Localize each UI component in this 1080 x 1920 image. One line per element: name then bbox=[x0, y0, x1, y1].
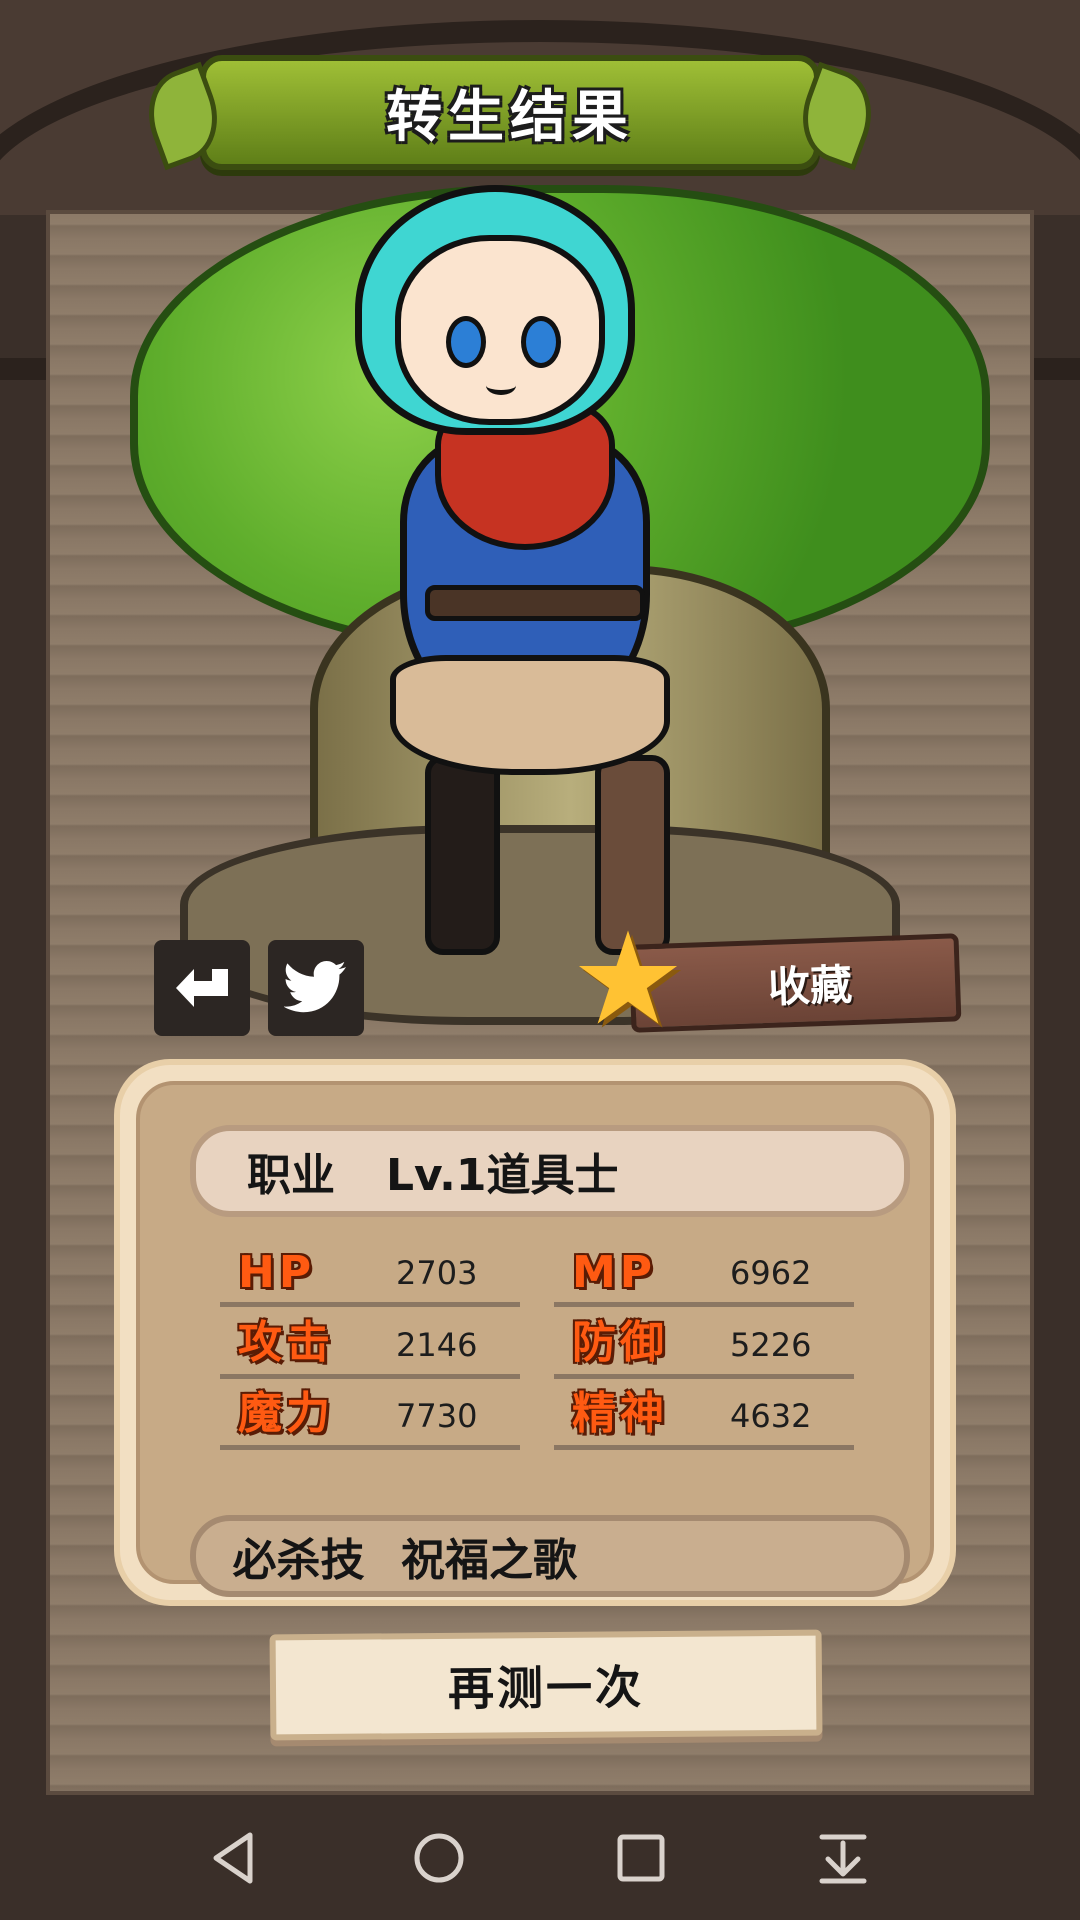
favorite-button[interactable]: 收藏 ★ bbox=[570, 916, 970, 1044]
recent-square-icon[interactable] bbox=[608, 1825, 674, 1891]
stat-spirit: 精神 4632 bbox=[554, 1388, 854, 1450]
star-icon: ★ bbox=[570, 905, 686, 1054]
stat-value: 2146 bbox=[396, 1326, 478, 1364]
title-banner: 转生结果 bbox=[134, 55, 886, 171]
stat-label: 精神 bbox=[572, 1388, 668, 1439]
stat-label: MP bbox=[572, 1247, 657, 1298]
stat-mp: MP 6962 bbox=[554, 1245, 854, 1307]
stat-label: 魔力 bbox=[238, 1388, 334, 1439]
character-eye-left bbox=[446, 316, 486, 368]
stats-card: 职业 Lv.1道具士 HP 2703 MP 6962 攻击 2146 防御 52… bbox=[120, 1065, 950, 1600]
system-navbar bbox=[0, 1795, 1080, 1920]
character-belt bbox=[425, 585, 645, 621]
stat-value: 2703 bbox=[396, 1254, 478, 1292]
twitter-button[interactable] bbox=[268, 940, 364, 1036]
stat-attack: 攻击 2146 bbox=[220, 1317, 520, 1379]
character-eye-right bbox=[521, 316, 561, 368]
stat-label: 防御 bbox=[572, 1317, 668, 1368]
stat-value: 5226 bbox=[730, 1326, 812, 1364]
skill-label: 必杀技 bbox=[232, 1535, 365, 1586]
retry-label: 再测一次 bbox=[447, 1660, 645, 1716]
character-art bbox=[90, 185, 990, 1035]
job-label: 职业 bbox=[247, 1150, 335, 1201]
retry-button[interactable]: 再测一次 bbox=[269, 1629, 823, 1741]
stat-value: 6962 bbox=[730, 1254, 812, 1292]
stat-hp: HP 2703 bbox=[220, 1245, 520, 1307]
favorite-label: 收藏 bbox=[767, 959, 853, 1012]
job-row: 职业 Lv.1道具士 bbox=[190, 1125, 910, 1217]
skill-value: 祝福之歌 bbox=[401, 1535, 577, 1586]
page-title: 转生结果 bbox=[386, 85, 634, 150]
stat-magic: 魔力 7730 bbox=[220, 1388, 520, 1450]
stat-value: 7730 bbox=[396, 1397, 478, 1435]
skill-row: 必杀技 祝福之歌 bbox=[190, 1515, 910, 1597]
character-skirt bbox=[390, 655, 670, 775]
character-leg-left bbox=[425, 755, 500, 955]
home-circle-icon[interactable] bbox=[406, 1825, 472, 1891]
stats-inner-panel: 职业 Lv.1道具士 HP 2703 MP 6962 攻击 2146 防御 52… bbox=[136, 1081, 934, 1597]
character-face bbox=[395, 235, 605, 425]
share-return-icon bbox=[176, 969, 228, 1007]
character-mouth bbox=[486, 376, 516, 395]
stat-label: 攻击 bbox=[238, 1317, 334, 1368]
back-triangle-icon[interactable] bbox=[202, 1825, 268, 1891]
job-value: Lv.1道具士 bbox=[386, 1150, 619, 1201]
twitter-bird-icon bbox=[284, 961, 346, 1013]
stat-value: 4632 bbox=[730, 1397, 812, 1435]
stat-label: HP bbox=[238, 1247, 316, 1298]
notification-down-icon[interactable] bbox=[810, 1825, 876, 1891]
share-button[interactable] bbox=[154, 940, 250, 1036]
stat-defense: 防御 5226 bbox=[554, 1317, 854, 1379]
